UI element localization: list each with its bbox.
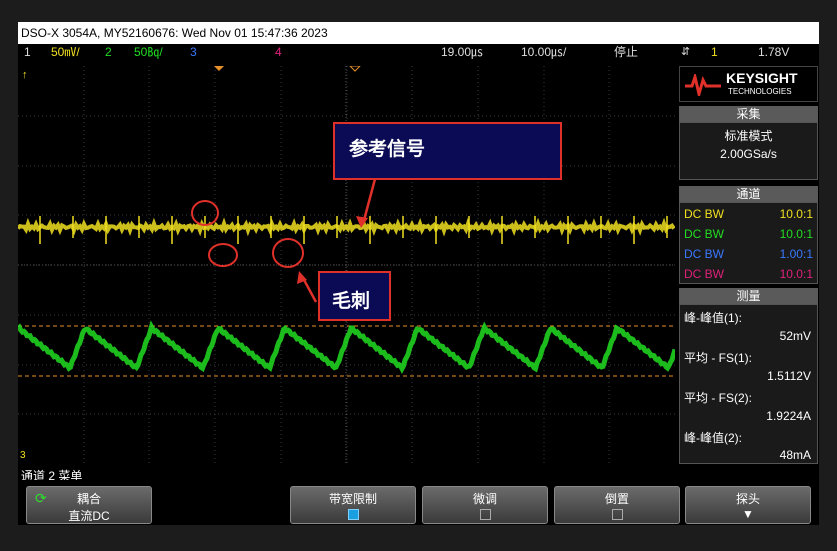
side-panel: KEYSIGHT TECHNOLOGIES 采集 标准模式 2.00GSa/s …	[679, 66, 818, 464]
ch2-probe: 10.0:1	[779, 227, 813, 241]
sample-rate: 2.00GSa/s	[720, 147, 777, 161]
title-bar: DSO-X 3054A, MY52160676: Wed Nov 01 15:4…	[18, 22, 819, 44]
time-delay[interactable]: 19.00㎲	[441, 44, 483, 61]
keysight-wave-icon	[685, 74, 721, 96]
acquire-header[interactable]: 采集	[679, 106, 818, 122]
time-reference-marker	[349, 66, 361, 72]
measure-label: 峰-峰值(2):	[684, 431, 742, 445]
bw-limit-checkbox[interactable]	[347, 509, 359, 520]
coupling-value: 直流DC	[68, 509, 110, 523]
invert-checkbox[interactable]	[611, 509, 623, 520]
ch4-probe: 10.0:1	[779, 267, 813, 281]
ch1-ground-marker: ↑	[22, 69, 28, 81]
measure-value: 1.9224A	[766, 409, 811, 423]
measure-value: 48mA	[779, 448, 811, 462]
fine-label: 微调	[472, 492, 497, 506]
invert-label: 倒置	[604, 492, 629, 506]
ch3-number[interactable]: 3	[190, 44, 197, 61]
fine-softkey[interactable]: 微调	[422, 486, 548, 524]
reference-signal-callout: 参考信号	[333, 122, 562, 180]
time-scale[interactable]: 10.00㎲/	[521, 44, 566, 61]
invert-softkey[interactable]: 倒置	[554, 486, 680, 524]
ch1-scale[interactable]: 50㎷/	[51, 44, 80, 61]
bw-limit-softkey[interactable]: 带宽限制	[290, 486, 416, 524]
acquire-box: 标准模式 2.00GSa/s	[679, 122, 818, 180]
fine-checkbox[interactable]	[479, 509, 491, 520]
reference-label: 参考信号	[349, 138, 426, 160]
ch3-probe: 1.00:1	[779, 247, 813, 261]
measure-label: 平均 - FS(1):	[684, 351, 752, 365]
spike-callout: 毛刺	[318, 271, 391, 321]
ch2-ground-marker: 3	[20, 450, 26, 461]
acquire-mode: 标准模式	[724, 129, 773, 143]
measure-header[interactable]: 测量	[679, 288, 818, 304]
reference-arrow	[361, 178, 377, 225]
spike-circle	[272, 238, 304, 268]
trigger-edge-icon: ⇵	[681, 46, 691, 58]
measure-box: 峰-峰值(1): 52mV 平均 - FS(1): 1.5112V 平均 - F…	[679, 304, 818, 464]
ch4-coupling: DC BW	[684, 267, 724, 281]
measure-label: 平均 - FS(2):	[684, 391, 752, 405]
rotate-knob-icon: ⟳	[35, 490, 47, 506]
ch1-waveform	[18, 217, 675, 237]
coupling-softkey[interactable]: ⟳ 耦合 直流DC	[26, 486, 152, 524]
measure-value: 52mV	[779, 329, 811, 343]
channels-box: DC BW 10.0:1 DC BW 10.0:1 DC BW 1.00:1 D…	[679, 202, 818, 284]
trigger-level[interactable]: 1.78V	[758, 44, 789, 61]
ch1-coupling: DC BW	[684, 207, 724, 221]
status-bar: 1 50㎷/ 2 50㏃/ 3 4 19.00㎲ 10.00㎲/ 停止 ⇵ 1 …	[18, 44, 819, 61]
ch4-number[interactable]: 4	[275, 44, 282, 61]
spike-circle	[208, 243, 238, 267]
ch1-number[interactable]: 1	[24, 44, 31, 61]
channels-header[interactable]: 通道	[679, 186, 818, 202]
measure-label: 峰-峰值(1):	[684, 311, 742, 325]
ch3-coupling: DC BW	[684, 247, 724, 261]
ch1-probe: 10.0:1	[779, 207, 813, 221]
measure-value: 1.5112V	[767, 369, 811, 383]
spike-arrow	[301, 277, 318, 303]
brand-sub: TECHNOLOGIES	[728, 87, 792, 96]
probe-softkey[interactable]: 探头 ▼	[685, 486, 811, 524]
softkey-bar: ⟳ 耦合 直流DC 带宽限制 微调 倒置 探头 ▼	[18, 480, 819, 525]
bw-limit-label: 带宽限制	[328, 492, 377, 506]
run-state[interactable]: 停止	[614, 44, 638, 61]
keysight-logo: KEYSIGHT TECHNOLOGIES	[679, 66, 818, 102]
probe-label: 探头	[735, 492, 760, 506]
ch2-scale[interactable]: 50㏃/	[134, 44, 163, 61]
brand-name: KEYSIGHT	[726, 70, 798, 86]
trigger-source[interactable]: 1	[711, 44, 718, 61]
ch2-number[interactable]: 2	[105, 44, 112, 61]
spike-label: 毛刺	[332, 290, 371, 312]
ch2-coupling: DC BW	[684, 227, 724, 241]
arrow-down-icon: ▼	[742, 507, 754, 521]
